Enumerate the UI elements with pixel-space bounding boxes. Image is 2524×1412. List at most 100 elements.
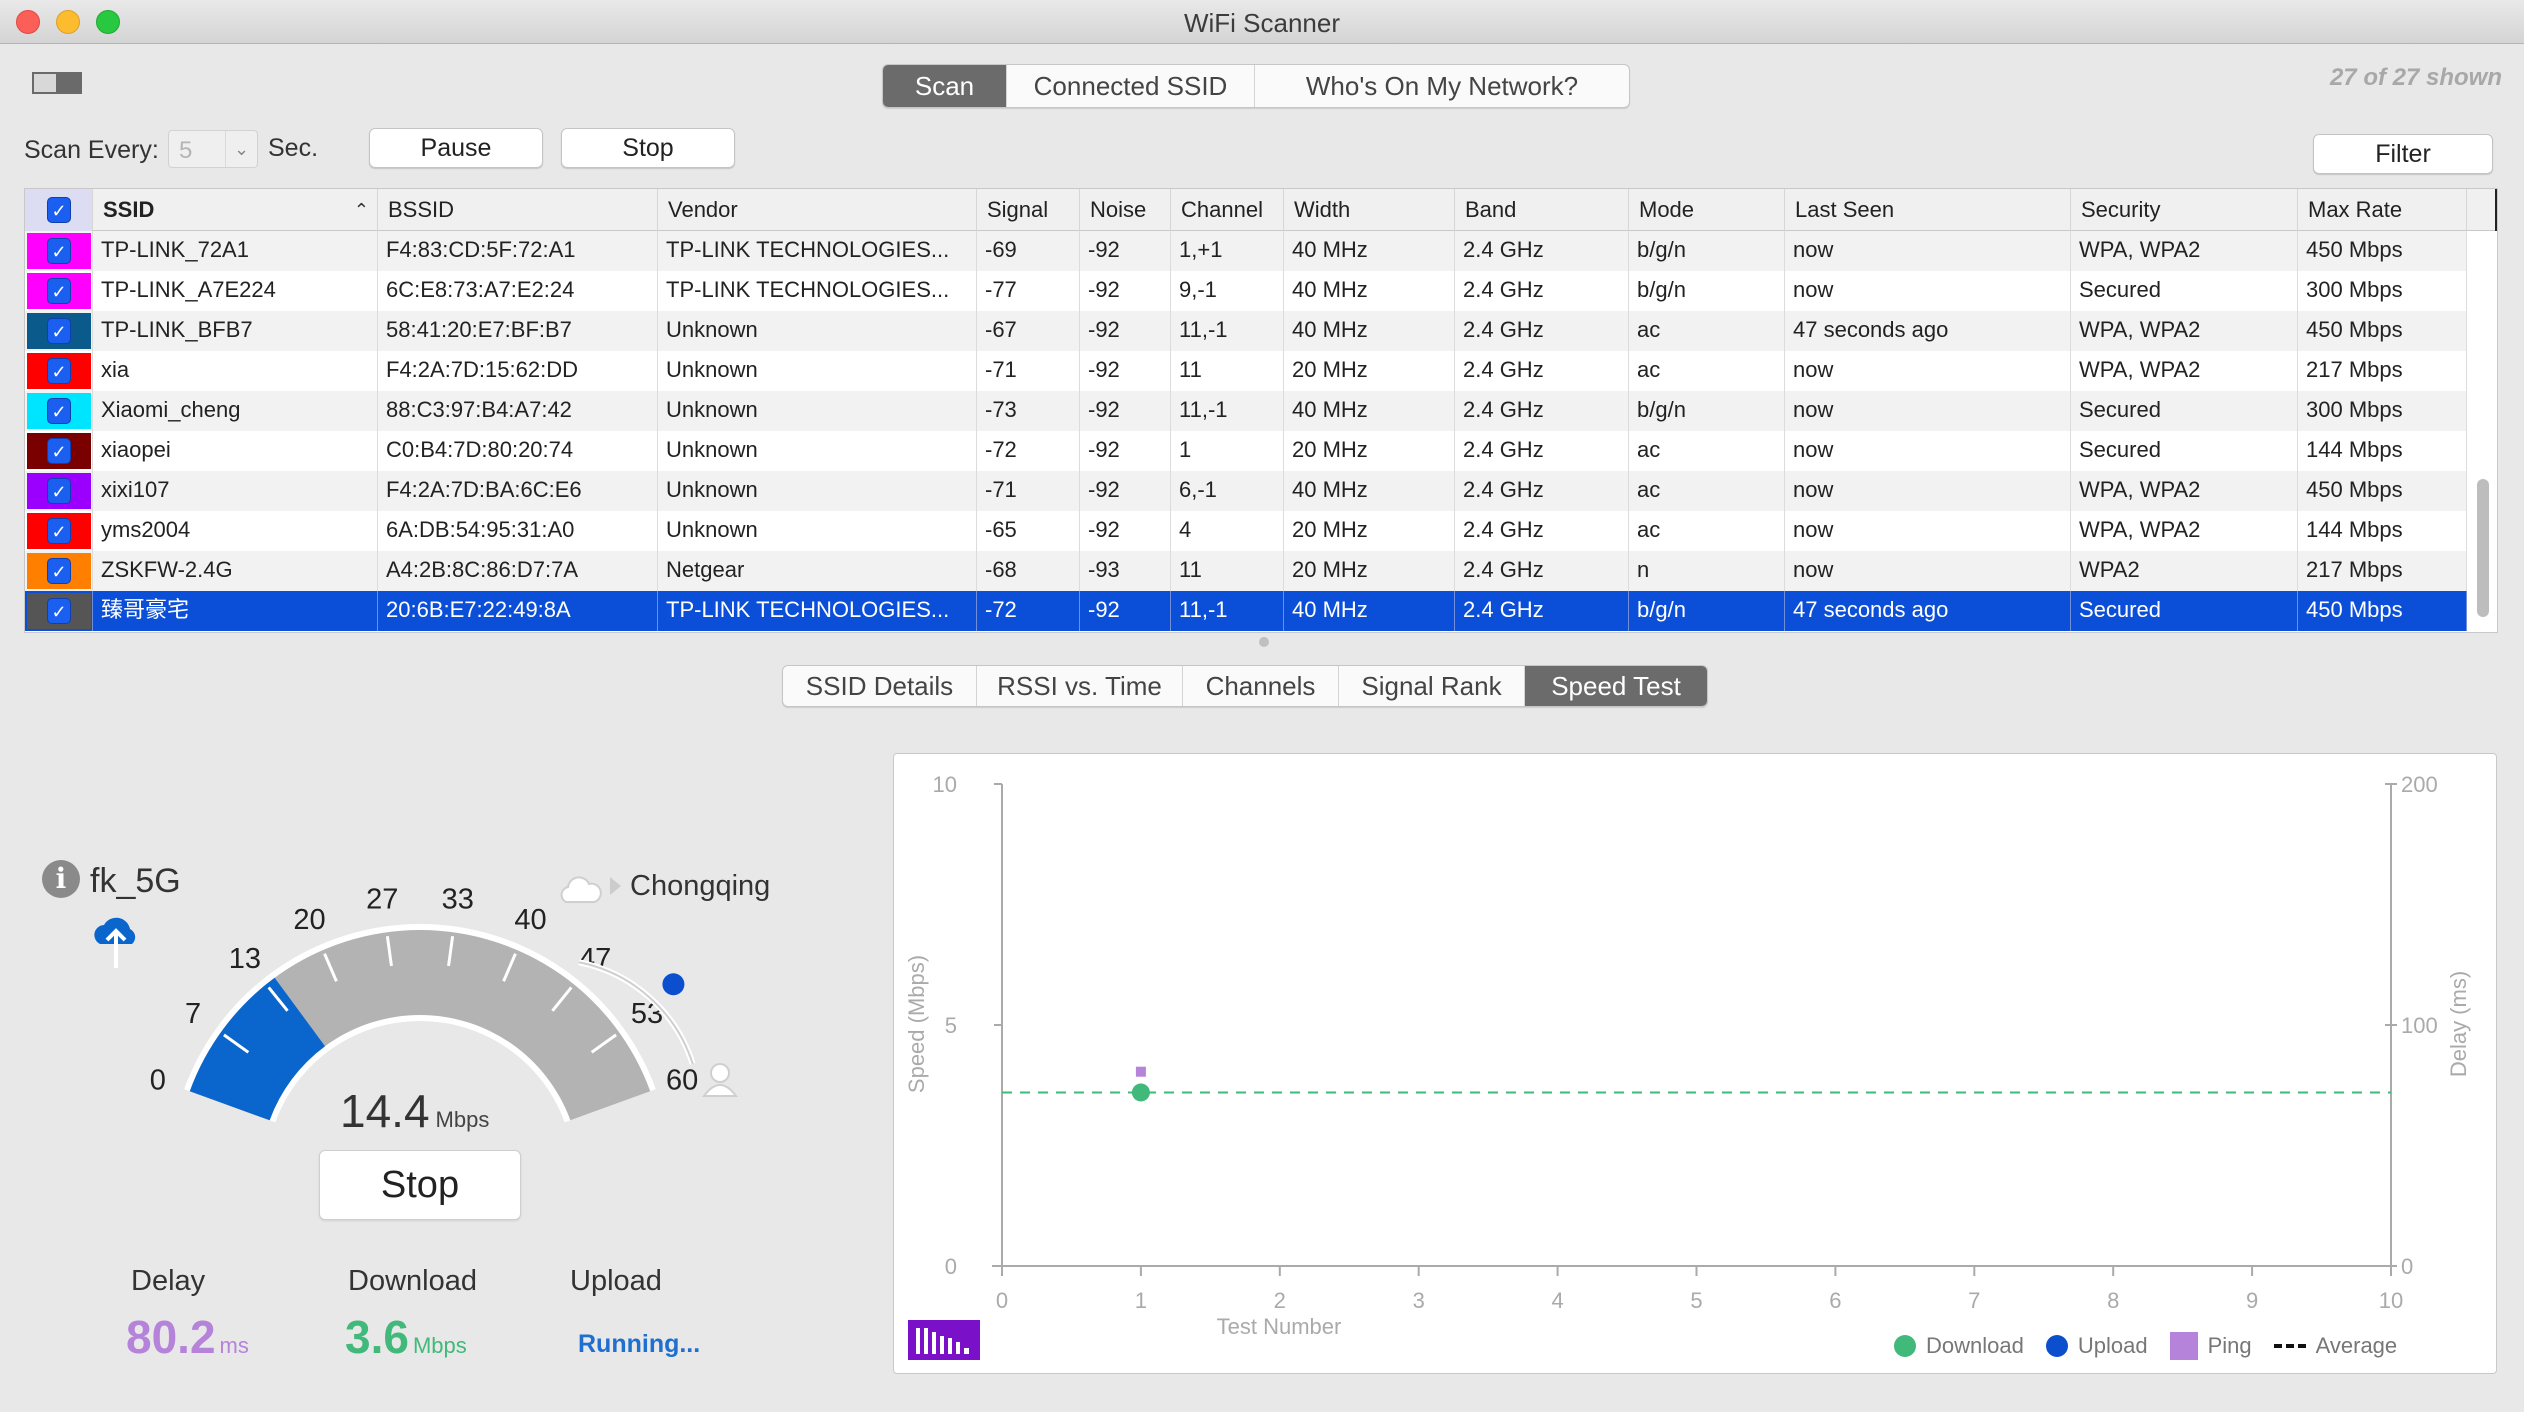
cell-band: 2.4 GHz <box>1455 431 1629 471</box>
column-header-ssid[interactable]: SSID ⌃ <box>93 189 378 231</box>
legend-average-swatch <box>2273 1344 2306 1348</box>
cell-mode: b/g/n <box>1629 231 1785 271</box>
cell-mode: n <box>1629 551 1785 591</box>
row-visibility-checkbox[interactable]: ✓ <box>47 518 71 544</box>
stop-speed-test-button[interactable]: Stop <box>319 1150 521 1220</box>
delay-unit: ms <box>219 1333 249 1358</box>
stop-scan-button[interactable]: Stop <box>561 128 735 168</box>
column-header-bssid[interactable]: BSSID <box>378 189 658 231</box>
select-all-header[interactable]: ✓ <box>25 189 93 231</box>
cell-signal: -67 <box>977 311 1080 351</box>
tab-ssid-details[interactable]: SSID Details <box>783 666 977 706</box>
sidebar-toggle-icon[interactable] <box>32 72 82 94</box>
row-visibility-checkbox[interactable]: ✓ <box>47 318 71 344</box>
split-view-handle[interactable] <box>1259 637 1269 647</box>
x-tick-label: 8 <box>2107 1288 2119 1313</box>
tab-connected-ssid[interactable]: Connected SSID <box>1007 65 1255 107</box>
column-header-width[interactable]: Width <box>1284 189 1455 231</box>
table-row[interactable]: ✓ TP-LINK_72A1 F4:83:CD:5F:72:A1 TP-LINK TE… <box>25 231 2467 271</box>
table-row[interactable]: ✓ 臻哥豪宅 20:6B:E7:22:49:8A TP-LINK TECHNOLOGI… <box>25 591 2467 631</box>
legend-download-swatch <box>1894 1335 1916 1357</box>
row-color-cell: ✓ <box>25 471 93 511</box>
cell-noise: -92 <box>1080 511 1171 551</box>
person-icon-body <box>702 1084 738 1097</box>
cell-vendor: TP-LINK TECHNOLOGIES... <box>658 271 977 311</box>
cell-max-rate: 217 Mbps <box>2298 551 2467 591</box>
column-header-security[interactable]: Security <box>2071 189 2298 231</box>
row-visibility-checkbox[interactable]: ✓ <box>47 398 71 424</box>
chevron-down-icon: ⌄ <box>225 131 257 167</box>
row-visibility-checkbox[interactable]: ✓ <box>47 478 71 504</box>
table-row[interactable]: ✓ xiaopei C0:B4:7D:80:20:74 Unknown -72 -92 1 2… <box>25 431 2467 471</box>
select-all-checkbox[interactable]: ✓ <box>47 197 71 223</box>
row-visibility-checkbox[interactable]: ✓ <box>47 278 71 304</box>
column-header-channel[interactable]: Channel <box>1171 189 1284 231</box>
cell-security: WPA, WPA2 <box>2071 231 2298 271</box>
row-visibility-checkbox[interactable]: ✓ <box>47 358 71 384</box>
column-header-band[interactable]: Band <box>1455 189 1629 231</box>
cell-band: 2.4 GHz <box>1455 231 1629 271</box>
table-row[interactable]: ✓ xia F4:2A:7D:15:62:DD Unknown -71 -92 11 20 M… <box>25 351 2467 391</box>
main-tabs: Scan Connected SSID Who's On My Network? <box>882 64 1630 108</box>
cell-noise: -92 <box>1080 231 1171 271</box>
tab-signal-rank[interactable]: Signal Rank <box>1339 666 1525 706</box>
cell-width: 40 MHz <box>1284 231 1455 271</box>
table-row[interactable]: ✓ yms2004 6A:DB:54:95:31:A0 Unknown -65 -92 4 2… <box>25 511 2467 551</box>
cell-band: 2.4 GHz <box>1455 351 1629 391</box>
cell-mode: ac <box>1629 431 1785 471</box>
column-header-max-rate[interactable]: Max Rate <box>2298 189 2467 231</box>
tab-scan[interactable]: Scan <box>883 65 1007 107</box>
scan-interval-select[interactable]: 5 ⌄ <box>168 130 258 168</box>
table-row[interactable]: ✓ TP-LINK_BFB7 58:41:20:E7:BF:B7 Unknown -67… <box>25 311 2467 351</box>
filter-button[interactable]: Filter <box>2313 134 2493 174</box>
cell-vendor: Unknown <box>658 351 977 391</box>
cell-security: WPA, WPA2 <box>2071 311 2298 351</box>
cell-last-seen: now <box>1785 471 2071 511</box>
column-header-vendor[interactable]: Vendor <box>658 189 977 231</box>
column-header-last-seen[interactable]: Last Seen <box>1785 189 2071 231</box>
tab-rssi-vs-time[interactable]: RSSI vs. Time <box>977 666 1183 706</box>
cell-last-seen: 47 seconds ago <box>1785 591 2071 631</box>
cell-max-rate: 450 Mbps <box>2298 231 2467 271</box>
y-tick-label: 0 <box>945 1254 957 1279</box>
pause-button[interactable]: Pause <box>369 128 543 168</box>
upload-label: Upload <box>570 1265 662 1297</box>
cell-ssid: xiaopei <box>93 431 378 471</box>
latency-slider-knob[interactable] <box>662 973 685 996</box>
tab-whos-on-my-network[interactable]: Who's On My Network? <box>1255 65 1629 107</box>
column-header-noise[interactable]: Noise <box>1080 189 1171 231</box>
cell-max-rate: 450 Mbps <box>2298 591 2467 631</box>
x-tick-label: 2 <box>1274 1288 1286 1313</box>
gauge-tick-label: 40 <box>514 904 546 936</box>
table-scrollbar[interactable] <box>2477 479 2489 617</box>
cell-width: 40 MHz <box>1284 471 1455 511</box>
x-tick-label: 4 <box>1551 1288 1563 1313</box>
cell-mode: b/g/n <box>1629 271 1785 311</box>
table-row[interactable]: ✓ Xiaomi_cheng 88:C3:97:B4:A7:42 Unknown -73… <box>25 391 2467 431</box>
row-visibility-checkbox[interactable]: ✓ <box>47 238 71 264</box>
cell-mode: ac <box>1629 351 1785 391</box>
cell-channel: 4 <box>1171 511 1284 551</box>
table-row[interactable]: ✓ TP-LINK_A7E224 6C:E8:73:A7:E2:24 TP-LINK … <box>25 271 2467 311</box>
cell-channel: 11 <box>1171 351 1284 391</box>
tab-channels[interactable]: Channels <box>1183 666 1339 706</box>
table-row[interactable]: ✓ xixi107 F4:2A:7D:BA:6C:E6 Unknown -71 -92 6,… <box>25 471 2467 511</box>
x-tick-label: 6 <box>1829 1288 1841 1313</box>
cell-signal: -73 <box>977 391 1080 431</box>
column-header-mode[interactable]: Mode <box>1629 189 1785 231</box>
cell-security: WPA, WPA2 <box>2071 471 2298 511</box>
row-color-cell: ✓ <box>25 311 93 351</box>
cell-ssid: yms2004 <box>93 511 378 551</box>
row-visibility-checkbox[interactable]: ✓ <box>47 598 71 624</box>
cell-band: 2.4 GHz <box>1455 471 1629 511</box>
row-visibility-checkbox[interactable]: ✓ <box>47 438 71 464</box>
column-header-signal[interactable]: Signal <box>977 189 1080 231</box>
download-number: 3.6 <box>345 1311 409 1363</box>
download-value: 3.6 Mbps <box>345 1310 467 1364</box>
cell-width: 20 MHz <box>1284 431 1455 471</box>
cell-bssid: F4:83:CD:5F:72:A1 <box>378 231 658 271</box>
row-visibility-checkbox[interactable]: ✓ <box>47 558 71 584</box>
cell-signal: -72 <box>977 431 1080 471</box>
tab-speed-test[interactable]: Speed Test <box>1525 666 1707 706</box>
table-row[interactable]: ✓ ZSKFW-2.4G A4:2B:8C:86:D7:7A Netgear -68 -9… <box>25 551 2467 591</box>
